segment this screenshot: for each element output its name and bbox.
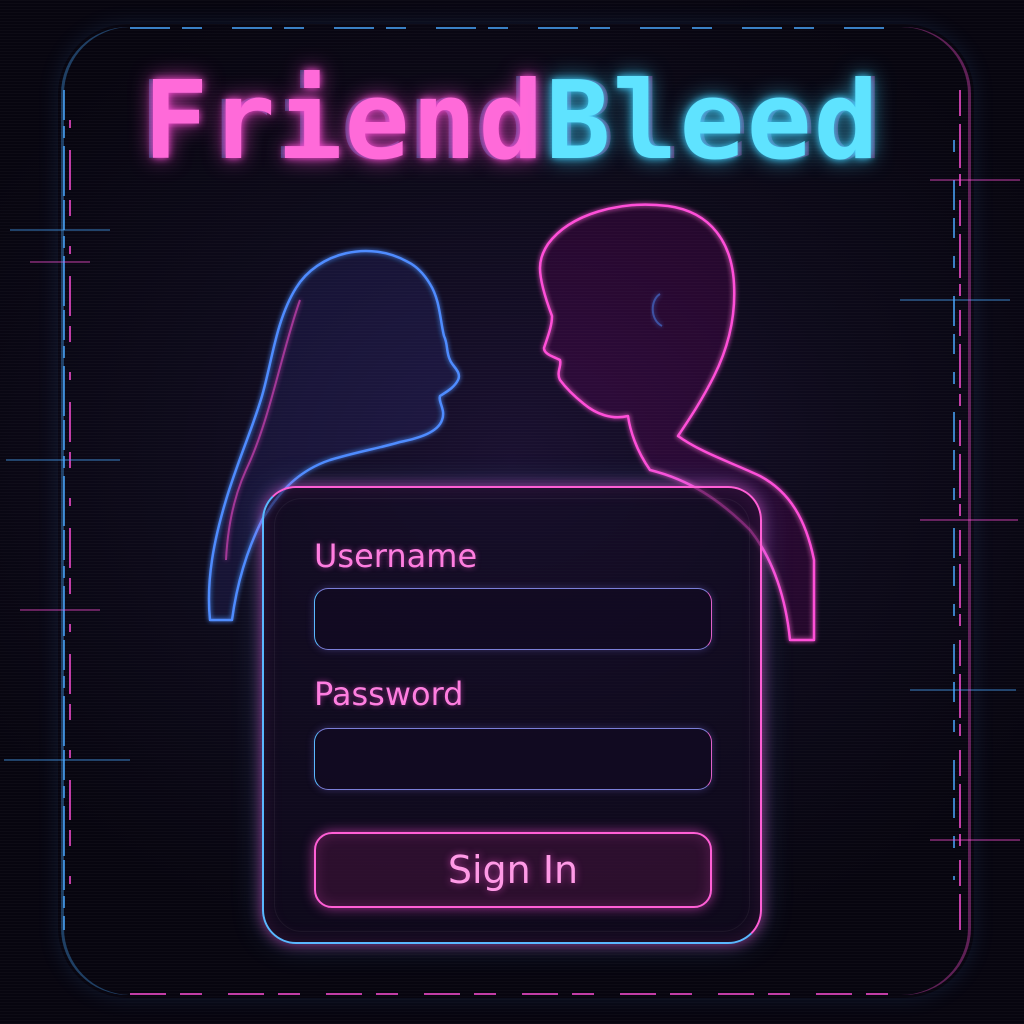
username-input[interactable] bbox=[314, 588, 712, 650]
password-input[interactable] bbox=[314, 728, 712, 790]
app-logo: FriendBleed bbox=[0, 68, 1024, 176]
username-label: Username bbox=[314, 537, 478, 575]
login-screen: FriendBleed Username Password Sign In bbox=[0, 0, 1024, 1024]
logo-text-bleed: Bleed bbox=[545, 59, 881, 184]
logo-text-friend: Friend bbox=[143, 59, 546, 184]
login-form: Username Password Sign In bbox=[262, 486, 762, 944]
password-label: Password bbox=[314, 675, 464, 713]
sign-in-button[interactable]: Sign In bbox=[314, 832, 712, 908]
